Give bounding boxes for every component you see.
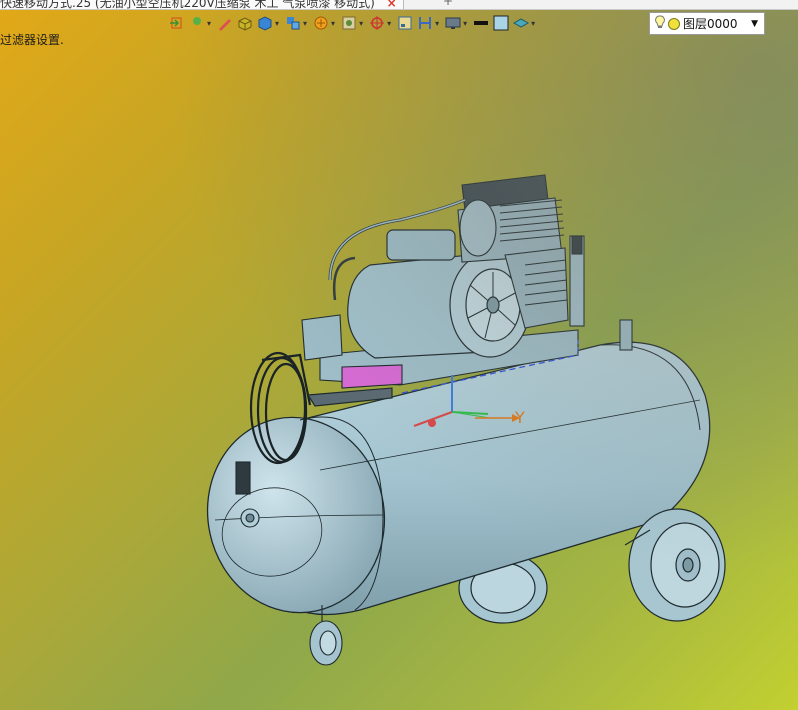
line-weight-button[interactable] [472,12,490,34]
lightbulb-icon[interactable] [655,15,665,32]
layer-name: 图层0000 [683,17,738,31]
layer-dropdown-icon[interactable]: ▼ [751,19,758,29]
component-icon [284,14,302,32]
fill-icon [492,14,510,32]
compressor-model[interactable] [0,0,798,710]
display-icon [444,14,462,32]
target-dropdown-icon[interactable]: ▾ [387,19,391,28]
layout-icon [396,14,414,32]
exit-button[interactable] [168,12,186,34]
line-icon [472,14,490,32]
move-dropdown-icon[interactable]: ▾ [207,19,211,28]
split-dropdown-icon[interactable]: ▾ [435,19,439,28]
pen-icon [216,14,234,32]
status-message: 过滤器设置. [0,33,64,47]
material-icon [512,14,530,32]
view-dropdown-icon[interactable]: ▾ [359,19,363,28]
split-button[interactable]: ▾ [416,12,442,34]
triad-y-label: Y [515,408,525,427]
box-button[interactable] [236,12,254,34]
view-toolbar: ▾ ▾ ▾ ▾ ▾ ▾ ▾ ▾ ▾ [168,11,538,35]
document-tab-title: 快速移动方式.25 (无油小型空压机220V压缩泵 木工 气泵喷漆 移动式) [0,0,375,10]
exit-icon [168,14,186,32]
split-icon [416,14,434,32]
view-button[interactable]: ▾ [340,12,366,34]
layout-button[interactable] [396,12,414,34]
cube-button[interactable]: ▾ [256,12,282,34]
cube-dropdown-icon[interactable]: ▾ [275,19,279,28]
air-tank [206,341,711,616]
component-dropdown-icon[interactable]: ▾ [303,19,307,28]
component-button[interactable]: ▾ [284,12,310,34]
filter-button[interactable]: ▾ [312,12,338,34]
fill-color-button[interactable] [492,12,510,34]
cube-icon [256,14,274,32]
graphics-viewport[interactable]: Y 快速移动方式.25 (无油小型空压机220V压缩泵 木工 气泵喷漆 移动式)… [0,0,798,710]
display-dropdown-icon[interactable]: ▾ [463,19,467,28]
move-icon [188,14,206,32]
view-icon [340,14,358,32]
layer-select[interactable]: 图层0000 ▼ [649,12,765,35]
pen-button[interactable] [216,12,234,34]
filter-dropdown-icon[interactable]: ▾ [331,19,335,28]
material-dropdown-icon[interactable]: ▾ [531,19,535,28]
box-icon [236,14,254,32]
safety-valve [569,235,633,351]
filter-icon [312,14,330,32]
new-tab-button[interactable]: + [443,0,453,8]
target-icon [368,14,386,32]
layer-color-icon[interactable] [668,17,680,30]
material-button[interactable]: ▾ [512,12,538,34]
tab-close-icon[interactable]: × [387,0,397,9]
target-button[interactable]: ▾ [368,12,394,34]
display-button[interactable]: ▾ [444,12,470,34]
move-button[interactable]: ▾ [188,12,214,34]
document-tab[interactable]: 快速移动方式.25 (无油小型空压机220V压缩泵 木工 气泵喷漆 移动式) × [0,0,404,9]
document-tab-bar: 快速移动方式.25 (无油小型空压机220V压缩泵 木工 气泵喷漆 移动式) ×… [0,0,798,10]
